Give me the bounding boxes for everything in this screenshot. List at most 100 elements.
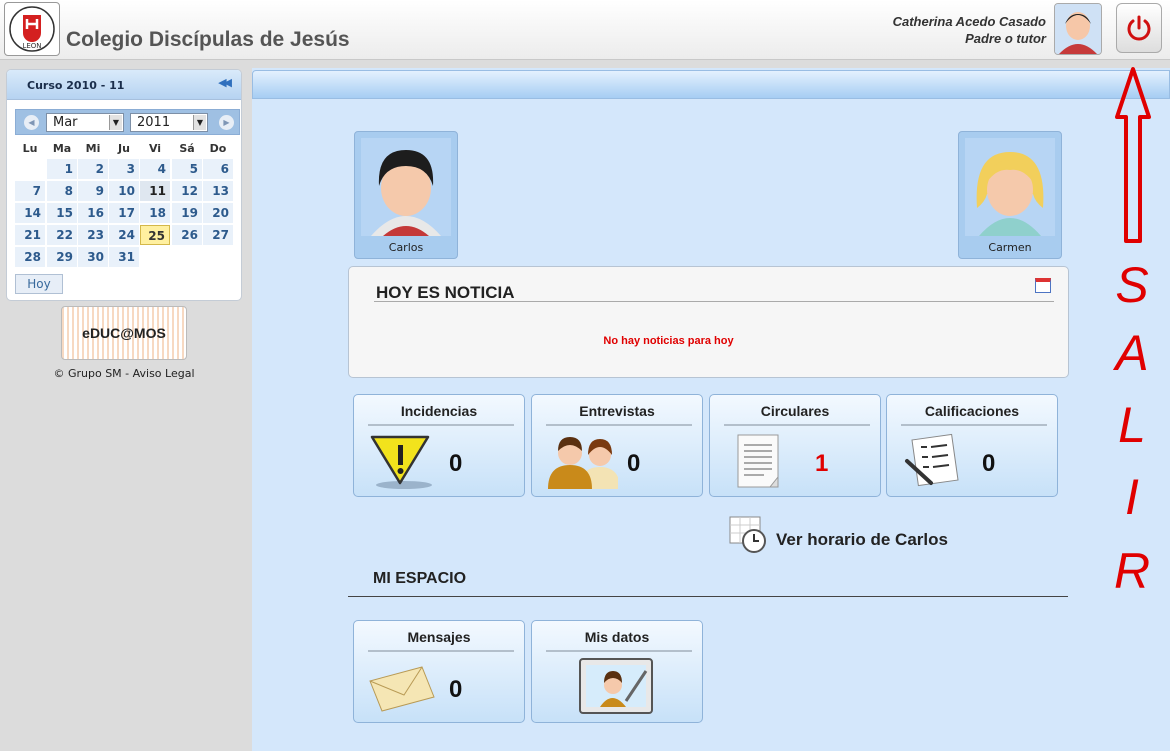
next-month-icon[interactable]: ▶ (219, 115, 234, 130)
calendar-day[interactable]: 31 (109, 247, 139, 267)
main-panel: Carlos Carmen HOY ES NOTICIA No hay noti… (252, 68, 1170, 751)
calendar-day[interactable]: 22 (47, 225, 77, 245)
tile-entrevistas[interactable]: Entrevistas 0 (531, 394, 703, 497)
calendar-day[interactable]: 9 (78, 181, 108, 201)
weekday-label: Ju (118, 142, 130, 155)
annotation-letter: L (1118, 397, 1146, 453)
month-value: Mar (53, 115, 78, 130)
collapse-icon[interactable]: ◀◀ (218, 76, 232, 89)
school-logo[interactable]: LEON (4, 2, 60, 56)
calendar-day[interactable]: 14 (15, 203, 45, 223)
warning-icon (368, 431, 440, 489)
calendar-day[interactable]: 28 (15, 247, 45, 267)
tile-count: 1 (815, 450, 829, 477)
copyright-icon: © (53, 367, 65, 380)
calendar-day[interactable]: 6 (203, 159, 233, 179)
calendar-day[interactable]: 23 (78, 225, 108, 245)
today-button[interactable]: Hoy (15, 274, 63, 294)
year-select[interactable]: 2011 ▼ (130, 113, 208, 132)
tile-mensajes[interactable]: Mensajes 0 (353, 620, 525, 723)
weekday-label: Vi (148, 142, 162, 155)
tile-count: 0 (449, 450, 463, 477)
weekday-label: Lu (22, 142, 38, 155)
divider (374, 301, 1054, 302)
year-value: 2011 (137, 115, 171, 130)
tile-label: Incidencias (400, 403, 478, 419)
main-header-bar (252, 70, 1170, 99)
divider (901, 424, 1047, 426)
chevron-down-icon: ▼ (193, 115, 206, 130)
calendar-panel: Curso 2010 - 11 ◀◀ ◀ Mar ▼ 2011 ▼ ▶ Lu Ma… (6, 69, 242, 301)
calendar-day[interactable]: 21 (15, 225, 45, 245)
weekday-label: Do (209, 142, 227, 155)
calendar-day[interactable]: 16 (78, 203, 108, 223)
grades-icon (901, 431, 973, 489)
calendar-day[interactable]: 12 (172, 181, 202, 201)
divider (348, 596, 1068, 597)
chevron-down-icon: ▼ (109, 115, 122, 130)
calendar-day[interactable]: 26 (172, 225, 202, 245)
tile-label: Mensajes (407, 629, 471, 645)
annotation-letter: R (1113, 543, 1151, 599)
tile-incidencias[interactable]: Incidencias 0 (353, 394, 525, 497)
schedule-clock-icon (729, 516, 766, 553)
schedule-link-text: Ver horario de Carlos (776, 530, 948, 549)
envelope-icon (368, 657, 440, 715)
calendar-day[interactable]: 15 (47, 203, 77, 223)
tile-label: Entrevistas (579, 403, 655, 419)
sidebar: Curso 2010 - 11 ◀◀ ◀ Mar ▼ 2011 ▼ ▶ Lu Ma… (0, 61, 248, 751)
annotation-letter: I (1125, 469, 1139, 525)
calendar-day[interactable]: 20 (203, 203, 233, 223)
calendar-day[interactable]: 3 (109, 159, 139, 179)
course-label: Curso 2010 - 11 (27, 79, 125, 92)
calendar-day[interactable]: 24 (109, 225, 139, 245)
user-avatar[interactable] (1054, 3, 1102, 55)
calendar-day[interactable]: 8 (47, 181, 77, 201)
news-title: HOY ES NOTICIA (376, 283, 515, 302)
power-icon (1127, 15, 1151, 41)
tile-mis-datos[interactable]: Mis datos (531, 620, 703, 723)
top-header: LEON Colegio Discípulas de Jesús Catheri… (0, 0, 1170, 60)
calendar-day[interactable]: 13 (203, 181, 233, 201)
child-card-carlos[interactable]: Carlos (354, 131, 458, 259)
child-avatar (361, 138, 451, 236)
school-name: Colegio Discípulas de Jesús (66, 28, 350, 51)
calendar-day[interactable]: 5 (172, 159, 202, 179)
divider (368, 424, 514, 426)
divider (724, 424, 870, 426)
calendar-day[interactable]: 29 (47, 247, 77, 267)
educamos-logo[interactable]: eDUC@MOS (61, 306, 187, 360)
weekday-label: Mi (85, 142, 101, 155)
divider (546, 650, 692, 652)
calendar-day[interactable]: 10 (109, 181, 139, 201)
calendar-day[interactable]: 11 (140, 181, 170, 201)
news-empty-message: No hay noticias para hoy (603, 335, 734, 347)
educamos-text: eDUC@MOS (82, 325, 166, 341)
calendar-icon[interactable] (1035, 278, 1051, 293)
calendar-day[interactable]: 19 (172, 203, 202, 223)
calendar-day[interactable]: 7 (15, 181, 45, 201)
calendar-day[interactable]: 25 (140, 225, 170, 245)
calendar-day[interactable]: 2 (78, 159, 108, 179)
people-icon (546, 431, 620, 489)
logout-button[interactable] (1116, 3, 1162, 53)
schedule-link[interactable]: Ver horario de Carlos (728, 515, 968, 555)
calendar-day[interactable]: 18 (140, 203, 170, 223)
child-card-carmen[interactable]: Carmen (958, 131, 1062, 259)
month-select[interactable]: Mar ▼ (46, 113, 124, 132)
calendar-day[interactable]: 30 (78, 247, 108, 267)
calendar-day[interactable]: 4 (140, 159, 170, 179)
calendar-day[interactable]: 17 (109, 203, 139, 223)
calendar-day[interactable]: 1 (47, 159, 77, 179)
prev-month-icon[interactable]: ◀ (24, 115, 39, 130)
profile-edit-icon (578, 657, 654, 715)
tile-calificaciones[interactable]: Calificaciones 0 (886, 394, 1058, 497)
calendar-day[interactable]: 27 (203, 225, 233, 245)
legal-link[interactable]: Grupo SM - Aviso Legal (68, 367, 195, 380)
tile-label: Mis datos (584, 629, 650, 645)
tile-circulares[interactable]: Circulares 1 (709, 394, 881, 497)
calendar-header: Curso 2010 - 11 ◀◀ (7, 70, 241, 100)
my-space-title: MI ESPACIO (373, 570, 467, 587)
annotation-letter: S (1115, 257, 1149, 313)
child-name: Carlos (388, 241, 424, 254)
